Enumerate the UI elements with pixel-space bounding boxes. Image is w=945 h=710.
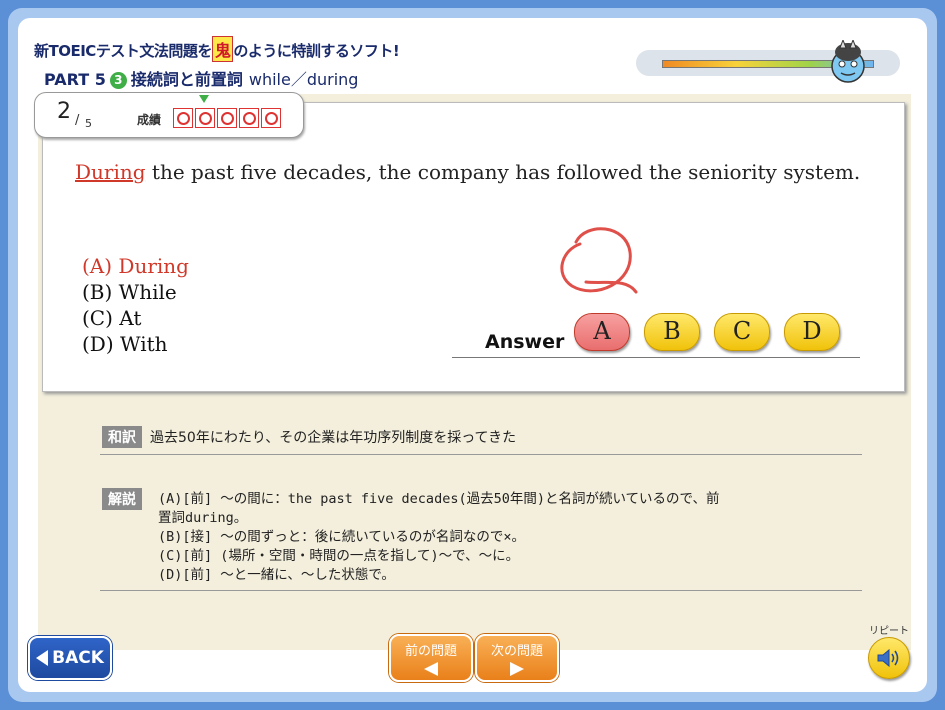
choice-b: (B) While — [82, 280, 177, 304]
left-arrow-icon — [424, 662, 438, 676]
explanation-line: 置詞during。 — [158, 510, 248, 526]
choice-list: (A) During (B) While (C) At (D) With — [82, 253, 189, 357]
correct-ring-icon — [198, 111, 212, 125]
explanation-tag: 解説 — [102, 488, 142, 510]
prev-question-button[interactable]: 前の問題 — [389, 634, 473, 682]
answer-button-a[interactable]: A — [574, 313, 630, 351]
repeat-audio-button[interactable] — [868, 637, 910, 679]
prev-label: 前の問題 — [404, 644, 457, 659]
explanation-line: (B)[接] ～の間ずっと：後に続いているのが名詞なので×。 — [158, 529, 525, 545]
correct-ring-icon — [242, 111, 256, 125]
speaker-icon — [877, 648, 899, 668]
total-questions: 5 — [85, 117, 92, 130]
current-question-marker-icon — [199, 95, 209, 103]
score-boxes — [173, 108, 281, 128]
choice-d: (D) With — [82, 332, 168, 356]
right-arrow-icon — [510, 662, 524, 676]
repeat-label: リピート — [869, 626, 909, 637]
counter-slash: / — [75, 113, 80, 128]
app-title: 新TOEICテスト文法問題を鬼のように特訓するソフト! — [34, 36, 400, 62]
explanation-line: (A)[前] ～の間に：the past five decades(過去50年間… — [158, 491, 720, 507]
question-counter: 2 / 5 成績 — [34, 92, 304, 138]
next-label: 次の問題 — [490, 644, 543, 659]
back-button[interactable]: BACK — [28, 636, 112, 680]
correct-ring-icon — [176, 111, 190, 125]
question-sentence: During the past five decades, the compan… — [75, 160, 860, 184]
score-label: 成績 — [137, 113, 162, 127]
correct-ring-icon — [220, 111, 234, 125]
score-box — [261, 108, 281, 128]
explanation-block: 解説 (A)[前] ～の間に：the past five decades(過去5… — [102, 488, 720, 583]
correct-circle-icon — [560, 227, 638, 294]
answer-label: Answer — [485, 331, 565, 353]
blank-answer: During — [75, 160, 146, 184]
oni-badge: 鬼 — [211, 36, 234, 62]
score-box — [217, 108, 237, 128]
part-heading: PART 5 3 接続詞と前置詞 while／during — [44, 66, 358, 90]
explanation-line: (C)[前] (場所・空間・時間の一点を指して)～で、～に。 — [158, 548, 520, 564]
answer-button-b[interactable]: B — [644, 313, 700, 351]
score-box — [173, 108, 193, 128]
explanation-line: (D)[前] ～と一緒に、～した状態で。 — [158, 567, 395, 583]
back-label: BACK — [52, 648, 104, 668]
choice-c: (C) At — [82, 306, 142, 330]
section-name: 接続詞と前置詞 — [130, 70, 243, 89]
translation-row: 和訳 過去50年にわたり、その企業は年功序列制度を採ってきた — [102, 426, 516, 448]
current-question-number: 2 — [57, 99, 71, 124]
translation-tag: 和訳 — [102, 426, 142, 448]
translation-divider — [100, 454, 862, 455]
back-arrow-icon — [36, 650, 49, 666]
explanation-lines: (A)[前] ～の間に：the past five decades(過去50年間… — [158, 490, 858, 585]
topic-label: while／during — [248, 70, 359, 89]
part-label: PART 5 — [44, 70, 106, 89]
answer-button-d[interactable]: D — [784, 313, 840, 351]
translation-text: 過去50年にわたり、その企業は年功序列制度を採ってきた — [150, 430, 517, 446]
choice-a: (A) During — [82, 254, 189, 278]
answer-button-c[interactable]: C — [714, 313, 770, 351]
oni-mascot-icon — [831, 40, 865, 83]
question-rest: the past five decades, the company has f… — [145, 160, 861, 184]
correct-ring-icon — [264, 111, 278, 125]
next-question-button[interactable]: 次の問題 — [475, 634, 559, 682]
section-number-badge: 3 — [109, 72, 127, 89]
score-box — [195, 108, 215, 128]
answer-divider — [452, 357, 860, 358]
score-box — [239, 108, 259, 128]
explanation-divider — [100, 590, 862, 591]
